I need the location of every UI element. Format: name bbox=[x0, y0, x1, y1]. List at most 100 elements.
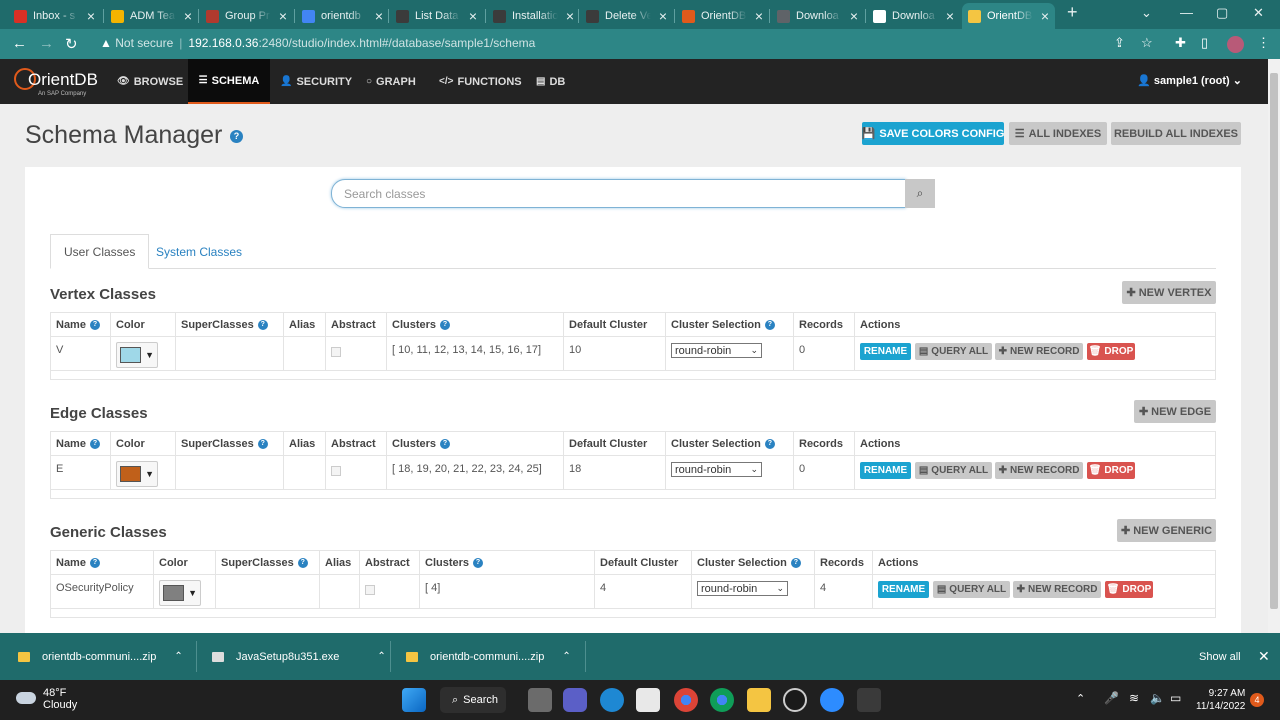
help-icon[interactable]: ? bbox=[764, 438, 775, 449]
orientdb-logo[interactable]: OrientDB An SAP Company bbox=[12, 64, 98, 100]
page-scrollbar[interactable] bbox=[1268, 59, 1280, 633]
class-name-cell[interactable]: OSecurityPolicy bbox=[50, 574, 154, 609]
chevron-up-icon[interactable]: ⌃ bbox=[174, 651, 182, 662]
save-colors-button[interactable]: 💾 SAVE COLORS CONFIG bbox=[862, 122, 1004, 145]
new-tab-icon[interactable]: + bbox=[1067, 2, 1078, 23]
class-name-cell[interactable]: V bbox=[50, 336, 111, 371]
close-tab-icon[interactable]: × bbox=[279, 8, 287, 24]
tray-chevron-icon[interactable]: ⌃ bbox=[1076, 692, 1085, 705]
zoom-icon[interactable] bbox=[820, 688, 844, 712]
task-view-icon[interactable] bbox=[528, 688, 552, 712]
browser-tab[interactable]: Downloa × bbox=[867, 3, 960, 29]
new-record-button[interactable]: ✚ NEW RECORD bbox=[995, 343, 1083, 360]
back-icon[interactable]: ← bbox=[12, 35, 27, 52]
system-clock[interactable]: 9:27 AM 11/14/2022 bbox=[1196, 687, 1245, 713]
abstract-checkbox[interactable] bbox=[365, 585, 375, 595]
help-icon[interactable]: ? bbox=[230, 130, 243, 143]
battery-icon[interactable]: ▭ bbox=[1170, 691, 1181, 705]
help-icon[interactable]: ? bbox=[89, 319, 100, 330]
sidebar-icon[interactable]: ▯ bbox=[1201, 35, 1208, 51]
taskbar-search[interactable]: ⌕ Search bbox=[440, 687, 506, 713]
drop-button[interactable]: 🗑 DROP bbox=[1087, 343, 1135, 360]
nav-schema[interactable]: ☰ SCHEMA bbox=[188, 59, 270, 104]
help-icon[interactable]: ? bbox=[89, 557, 100, 568]
chat-icon[interactable] bbox=[563, 688, 587, 712]
close-tab-icon[interactable]: × bbox=[566, 8, 574, 24]
class-name[interactable]: OSecurityPolicy bbox=[56, 582, 134, 594]
close-tab-icon[interactable]: × bbox=[87, 8, 95, 24]
browser-tab[interactable]: OrientDB × bbox=[676, 3, 769, 29]
query-all-button[interactable]: ▤ QUERY ALL bbox=[915, 462, 992, 479]
color-picker[interactable]: ▼ bbox=[159, 579, 201, 606]
drop-button[interactable]: 🗑 DROP bbox=[1105, 581, 1153, 598]
tab-user-classes[interactable]: User Classes bbox=[50, 234, 150, 269]
forward-icon[interactable]: → bbox=[39, 35, 54, 52]
new-vertex-button[interactable]: ✚ NEW VERTEX bbox=[1122, 281, 1216, 304]
file-explorer-icon[interactable] bbox=[747, 688, 771, 712]
rename-button[interactable]: RENAME bbox=[860, 462, 911, 479]
windows-start-icon[interactable] bbox=[402, 688, 426, 712]
close-tab-icon[interactable]: × bbox=[946, 8, 954, 24]
chevron-up-icon[interactable]: ⌃ bbox=[562, 651, 570, 662]
chevron-up-icon[interactable]: ⌃ bbox=[377, 651, 385, 662]
cluster-selection-select[interactable]: round-robin ⌄ bbox=[697, 581, 788, 596]
color-picker[interactable]: ▼ bbox=[116, 460, 158, 487]
rebuild-indexes-button[interactable]: REBUILD ALL INDEXES bbox=[1111, 122, 1241, 145]
nav-browse[interactable]: 👁 BROWSE bbox=[117, 59, 187, 104]
new-record-button[interactable]: ✚ NEW RECORD bbox=[1013, 581, 1101, 598]
help-icon[interactable]: ? bbox=[764, 319, 775, 330]
query-all-button[interactable]: ▤ QUERY ALL bbox=[933, 581, 1010, 598]
bookmark-star-icon[interactable]: ☆ bbox=[1141, 35, 1153, 51]
rename-button[interactable]: RENAME bbox=[878, 581, 929, 598]
minimize-icon[interactable]: — bbox=[1180, 5, 1193, 20]
chrome-icon[interactable] bbox=[710, 688, 734, 712]
help-icon[interactable]: ? bbox=[257, 438, 268, 449]
store-icon[interactable] bbox=[636, 688, 660, 712]
tab-system-classes[interactable]: System Classes bbox=[143, 234, 255, 269]
nav-graph[interactable]: ○ GRAPH bbox=[366, 59, 423, 104]
close-icon[interactable]: ✕ bbox=[1258, 633, 1270, 680]
all-indexes-button[interactable]: ☰ ALL INDEXES bbox=[1009, 122, 1107, 145]
browser-tab[interactable]: Group Pr × bbox=[200, 3, 293, 29]
search-classes-input[interactable] bbox=[331, 179, 906, 208]
dell-icon[interactable] bbox=[783, 688, 807, 712]
help-icon[interactable]: ? bbox=[89, 438, 100, 449]
class-name[interactable]: V bbox=[56, 344, 63, 356]
chrome-icon[interactable] bbox=[674, 688, 698, 712]
close-tab-icon[interactable]: × bbox=[1041, 8, 1049, 24]
close-tab-icon[interactable]: × bbox=[755, 8, 763, 24]
search-button[interactable]: ⌕ bbox=[905, 179, 935, 208]
maximize-icon[interactable]: ▢ bbox=[1216, 5, 1228, 21]
tab-search-icon[interactable]: ⌄ bbox=[1141, 5, 1152, 21]
browser-tab[interactable]: orientdb × bbox=[296, 3, 389, 29]
rename-button[interactable]: RENAME bbox=[860, 343, 911, 360]
new-edge-button[interactable]: ✚ NEW EDGE bbox=[1134, 400, 1216, 423]
browser-tab[interactable]: Inbox - s × bbox=[8, 3, 101, 29]
weather-widget[interactable]: 48°F Cloudy bbox=[43, 687, 77, 711]
nav-security[interactable]: 👤 SECURITY bbox=[280, 59, 352, 104]
microphone-icon[interactable]: 🎤 bbox=[1104, 691, 1119, 705]
browser-tab[interactable]: OrientDB × bbox=[962, 3, 1055, 29]
download-item[interactable]: orientdb-communi....zip ⌃ bbox=[406, 633, 571, 680]
close-window-icon[interactable]: ✕ bbox=[1253, 5, 1264, 21]
help-icon[interactable]: ? bbox=[257, 319, 268, 330]
cluster-selection-select[interactable]: round-robin ⌄ bbox=[671, 462, 762, 477]
browser-tab[interactable]: List Data × bbox=[390, 3, 483, 29]
share-icon[interactable]: ⇪ bbox=[1114, 35, 1125, 51]
extensions-icon[interactable]: ✚ bbox=[1175, 35, 1186, 51]
menu-dots-icon[interactable]: ⋮ bbox=[1257, 35, 1270, 51]
help-icon[interactable]: ? bbox=[473, 557, 484, 568]
reload-icon[interactable]: ↻ bbox=[65, 35, 78, 53]
close-tab-icon[interactable]: × bbox=[659, 8, 667, 24]
drop-button[interactable]: 🗑 DROP bbox=[1087, 462, 1135, 479]
help-icon[interactable]: ? bbox=[297, 557, 308, 568]
close-tab-icon[interactable]: × bbox=[469, 8, 477, 24]
close-tab-icon[interactable]: × bbox=[184, 8, 192, 24]
browser-tab[interactable]: Delete Ve × bbox=[580, 3, 673, 29]
cluster-selection-select[interactable]: round-robin ⌄ bbox=[671, 343, 762, 358]
nav-functions[interactable]: </> FUNCTIONS bbox=[439, 59, 522, 104]
profile-avatar[interactable] bbox=[1227, 36, 1244, 53]
show-all-downloads[interactable]: Show all bbox=[1199, 633, 1241, 680]
browser-tab[interactable]: ADM Tea × bbox=[105, 3, 198, 29]
new-record-button[interactable]: ✚ NEW RECORD bbox=[995, 462, 1083, 479]
